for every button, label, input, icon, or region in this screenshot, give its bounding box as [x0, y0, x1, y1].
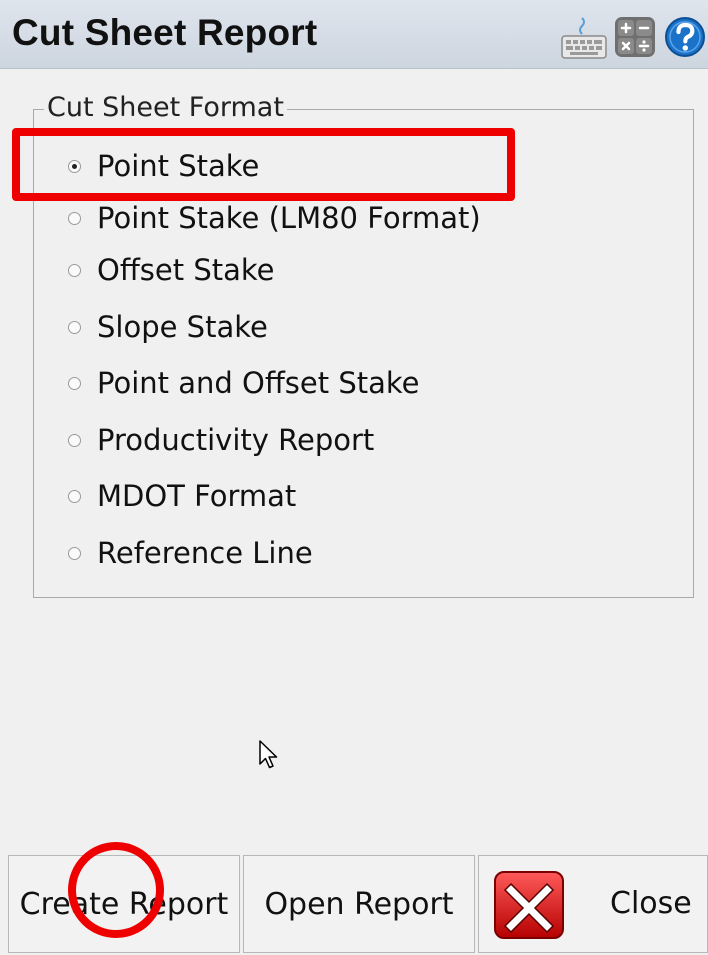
- option-label: Point and Offset Stake: [97, 366, 420, 400]
- open-report-button[interactable]: Open Report: [243, 855, 475, 953]
- radio-button[interactable]: [68, 320, 81, 334]
- group-legend: Cut Sheet Format: [44, 92, 287, 123]
- open-report-label: Open Report: [264, 886, 454, 922]
- radio-slope-stake[interactable]: Slope Stake: [68, 307, 268, 347]
- radio-mdot-format[interactable]: MDOT Format: [68, 476, 296, 516]
- radio-button[interactable]: [68, 211, 81, 225]
- close-x-icon: [494, 871, 564, 939]
- close-label: Close: [610, 886, 692, 921]
- mouse-pointer-icon: [259, 740, 278, 769]
- radio-button[interactable]: [68, 376, 81, 390]
- calculator-icon[interactable]: [614, 16, 656, 58]
- option-label: MDOT Format: [97, 479, 297, 513]
- cut-sheet-report-window: Cut Sheet Report Cut Sheet Format Point …: [0, 0, 708, 955]
- radio-button[interactable]: [68, 546, 81, 560]
- window-title: Cut Sheet Report: [12, 12, 318, 53]
- radio-button[interactable]: [68, 263, 81, 277]
- radio-point-and-offset-stake[interactable]: Point and Offset Stake: [68, 363, 420, 403]
- radio-reference-line[interactable]: Reference Line: [68, 533, 313, 573]
- radio-offset-stake[interactable]: Offset Stake: [68, 250, 275, 290]
- option-label: Productivity Report: [97, 423, 375, 457]
- radio-button[interactable]: [68, 489, 81, 503]
- radio-point-stake-lm80[interactable]: Point Stake (LM80 Format): [68, 198, 481, 238]
- keyboard-icon[interactable]: [560, 16, 608, 60]
- option-label: Point Stake (LM80 Format): [97, 201, 481, 235]
- radio-button[interactable]: [68, 433, 81, 447]
- radio-productivity-report[interactable]: Productivity Report: [68, 420, 374, 460]
- help-icon[interactable]: [664, 16, 706, 58]
- close-button[interactable]: Close: [478, 855, 708, 953]
- option-label: Slope Stake: [97, 310, 268, 344]
- option-label: Offset Stake: [97, 253, 275, 287]
- title-bar: Cut Sheet Report: [0, 0, 708, 69]
- annotation-highlight-circle: [68, 842, 164, 938]
- annotation-highlight-rectangle: [12, 128, 515, 201]
- option-label: Reference Line: [97, 536, 313, 570]
